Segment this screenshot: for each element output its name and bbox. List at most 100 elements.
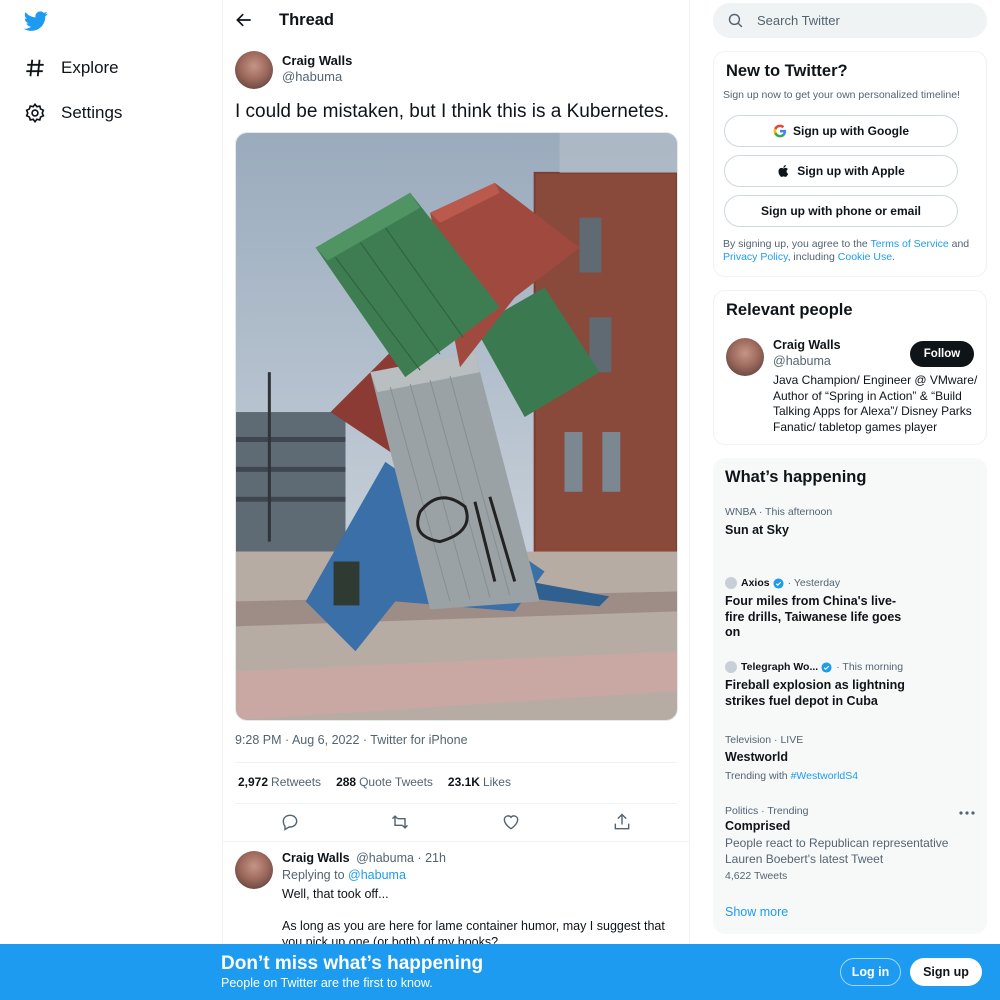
thread-column: Thread Craig Walls @habuma I could be mi… [222,0,690,1000]
signup-google-label: Sign up with Google [793,124,909,138]
show-more-link[interactable]: Show more [725,905,788,919]
tweet-author-handle[interactable]: @habuma [282,69,342,84]
trend-item[interactable]: WNBA · This afternoon Sun at Sky [713,502,987,562]
tweet-photo[interactable] [235,132,678,721]
apple-icon [777,164,791,178]
tweet-stats: 2,972 Retweets 288 Quote Tweets 23.1K Likes [238,775,511,789]
relevant-person-avatar[interactable] [726,338,764,376]
trend-context: Telegraph Wo... · This morning [725,661,903,673]
relevant-people-title: Relevant people [726,301,853,319]
like-icon[interactable] [501,812,523,834]
reply-header: Craig Walls @habuma · 21h [282,851,446,865]
nav-item-explore[interactable]: Explore [24,53,119,83]
gear-icon [25,102,45,124]
divider [235,762,677,763]
trend-subtext-label: Trending with [725,770,788,782]
tweet-author-name[interactable]: Craig Walls [282,53,352,68]
verified-badge-icon [773,577,784,589]
share-icon[interactable] [612,812,634,834]
trend-tweet-count: 4,622 Tweets [725,870,788,882]
login-button[interactable]: Log in [840,958,901,986]
source-avatar [725,661,737,673]
legal-text: By signing up, you agree to the [723,238,868,250]
privacy-link[interactable]: Privacy Policy [723,251,788,263]
relevant-person-handle[interactable]: @habuma [773,354,831,368]
retweet-icon[interactable] [390,812,412,834]
likes-stat[interactable]: 23.1K Likes [448,775,511,789]
search-box[interactable] [713,3,987,38]
back-arrow-icon[interactable] [234,10,254,30]
trend-context: Politics · Trending [725,805,809,817]
follow-button[interactable]: Follow [910,341,974,367]
trend-context: WNBA · This afternoon [725,506,833,518]
relevant-people-card: Relevant people Craig Walls @habuma Foll… [713,290,987,445]
search-input[interactable] [757,3,977,38]
cookie-link[interactable]: Cookie Use [838,251,892,263]
trend-time: · This morning [836,661,904,673]
signup-google-button[interactable]: Sign up with Google [724,115,958,147]
trend-hashtag-link[interactable]: #WestworldS4 [791,770,859,782]
tweet-author-avatar[interactable] [235,51,273,89]
signup-apple-label: Sign up with Apple [797,164,905,178]
reply-icon[interactable] [280,812,302,834]
trend-name: Comprised [725,819,791,833]
replying-to-label: Replying to [282,868,345,882]
trend-source: Telegraph Wo... [741,661,819,673]
signup-phone-label: Sign up with phone or email [760,204,921,218]
signup-button[interactable]: Sign up [910,958,982,986]
trend-subtext: Trending with #WestworldS4 [725,770,858,782]
trend-item[interactable]: Axios · Yesterday Four miles from China'… [713,574,987,649]
reply-handle-time[interactable]: @habuma · 21h [356,851,446,865]
hashtag-icon [26,59,44,77]
replying-to: Replying to @habuma [282,868,406,882]
tweet-timestamp[interactable]: 9:28 PM · Aug 6, 2022 · Twitter for iPho… [235,733,468,747]
signup-phone-email-button[interactable]: Sign up with phone or email [724,195,958,227]
trend-name: Westworld [725,750,788,764]
reply-line: Well, that took off... [282,887,389,901]
twitter-logo-icon[interactable] [23,9,48,33]
relevant-person-name[interactable]: Craig Walls [773,338,841,352]
verified-badge-icon [821,661,832,673]
thread-header: Thread [223,0,689,42]
more-options-icon[interactable] [959,810,975,816]
trend-name: Four miles from China's live-fire drills… [725,594,902,639]
google-icon [773,124,787,138]
reply-author-name[interactable]: Craig Walls [282,851,350,865]
tweet-actions [235,810,677,836]
retweets-stat[interactable]: 2,972 Retweets [238,775,321,789]
trend-time: · Yesterday [787,577,841,589]
whats-happening-title: What’s happening [725,468,867,486]
divider [235,803,677,804]
trend-context: Television · LIVE [725,734,804,746]
source-avatar [725,577,737,589]
nav-item-settings[interactable]: Settings [24,98,122,128]
new-to-twitter-card: New to Twitter? Sign up now to get your … [713,51,987,277]
nav-label-explore: Explore [61,58,119,77]
search-icon [728,13,743,28]
sidebar-right: New to Twitter? Sign up now to get your … [690,0,1000,1000]
terms-link[interactable]: Terms of Service [871,238,949,250]
quote-tweets-stat[interactable]: 288 Quote Tweets [336,775,433,789]
divider [223,841,689,842]
trend-item[interactable]: Politics · Trending Comprised People rea… [713,803,987,893]
trend-source: Axios [741,577,770,589]
whats-happening-card: What’s happening WNBA · This afternoon S… [713,458,987,934]
legal-text: and [951,238,970,250]
trend-description: People react to Republican representativ… [725,836,949,866]
signup-banner: Don’t miss what’s happening People on Tw… [0,944,1000,1000]
trend-item[interactable]: Telegraph Wo... · This morning Fireball … [713,658,987,718]
legal-text: , including [787,251,835,263]
trend-item[interactable]: Television · LIVE Westworld Trending wit… [713,732,987,792]
nav-label-settings: Settings [61,103,123,122]
tweet-text: I could be mistaken, but I think this is… [235,101,670,122]
signup-apple-button[interactable]: Sign up with Apple [724,155,958,187]
trend-name: Sun at Sky [725,523,789,537]
trend-name: Fireball explosion as lightning strikes … [725,678,905,708]
left-nav: Explore Settings [0,0,222,1000]
legal-text: . [892,251,895,263]
signup-legal-text: By signing up, you agree to the Terms of… [723,238,979,264]
trend-context: Axios · Yesterday [725,577,840,589]
new-to-twitter-subtitle: Sign up now to get your own personalized… [723,89,960,101]
replying-to-link[interactable]: @habuma [348,868,406,882]
reply-author-avatar[interactable] [235,851,273,889]
